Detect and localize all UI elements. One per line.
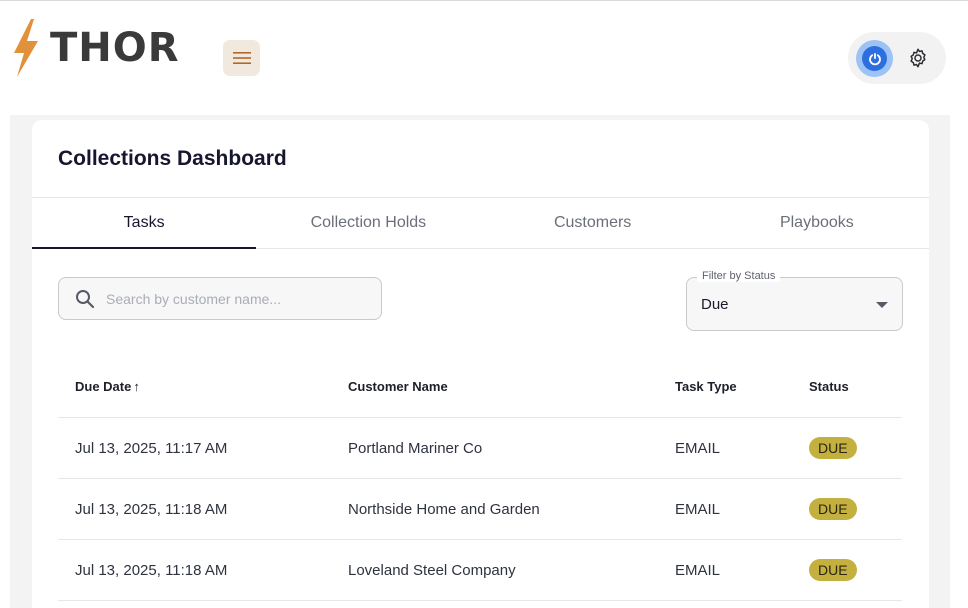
column-header-task-type[interactable]: Task Type <box>675 356 737 417</box>
hamburger-icon <box>232 52 251 64</box>
search-icon <box>75 289 95 309</box>
tab-playbooks[interactable]: Playbooks <box>705 198 929 248</box>
customer-name-cell: Portland Mariner Co <box>348 439 483 457</box>
power-icon <box>862 46 887 71</box>
status-badge: DUE <box>809 498 857 520</box>
logo-text: THOR <box>50 25 180 71</box>
page-title: Collections Dashboard <box>58 147 287 170</box>
status-cell: DUE <box>809 540 857 600</box>
column-header-status[interactable]: Status <box>809 356 849 417</box>
column-header-due-date[interactable]: Due Date ↑ <box>75 356 140 417</box>
status-badge: DUE <box>809 559 857 581</box>
top-bar: THOR <box>0 1 968 115</box>
tab-collection-holds[interactable]: Collection Holds <box>256 198 480 248</box>
lightning-bolt-icon <box>14 19 38 77</box>
status-cell: DUE <box>809 479 857 539</box>
gear-icon <box>910 48 926 68</box>
header-actions <box>848 32 946 84</box>
table-row[interactable]: Jul 13, 2025, 11:18 AM Northside Home an… <box>58 479 902 540</box>
caret-down-icon <box>876 302 888 308</box>
table-row[interactable]: Jul 13, 2025, 11:17 AM Portland Mariner … <box>58 418 902 479</box>
column-header-customer-name[interactable]: Customer Name <box>348 356 448 417</box>
power-button[interactable] <box>856 40 893 77</box>
settings-button[interactable] <box>906 46 930 70</box>
due-date-cell: Jul 13, 2025, 11:17 AM <box>75 439 228 457</box>
task-type-cell: EMAIL <box>675 439 721 457</box>
search-box <box>58 277 382 320</box>
menu-button[interactable] <box>223 40 260 76</box>
filter-value: Due <box>701 296 729 313</box>
table-row[interactable]: Jul 13, 2025, 11:18 AM Loveland Steel Co… <box>58 540 902 601</box>
status-badge: DUE <box>809 437 857 459</box>
app-logo[interactable]: THOR <box>12 19 180 77</box>
customer-name-cell: Northside Home and Garden <box>348 500 540 518</box>
tab-customers[interactable]: Customers <box>481 198 705 248</box>
tab-bar: Tasks Collection Holds Customers Playboo… <box>32 198 929 249</box>
due-date-cell: Jul 13, 2025, 11:18 AM <box>75 500 228 518</box>
filter-label: Filter by Status <box>697 270 781 282</box>
status-cell: DUE <box>809 418 857 478</box>
tab-tasks[interactable]: Tasks <box>32 198 257 249</box>
table-header-row: Due Date ↑ Customer Name Task Type Status <box>58 356 902 418</box>
due-date-cell: Jul 13, 2025, 11:18 AM <box>75 561 228 579</box>
tasks-table: Due Date ↑ Customer Name Task Type Status… <box>58 356 902 601</box>
task-type-cell: EMAIL <box>675 561 721 579</box>
status-filter-select[interactable]: Filter by Status Due <box>686 270 903 331</box>
search-input[interactable] <box>106 290 366 307</box>
customer-name-cell: Loveland Steel Company <box>348 561 516 579</box>
task-type-cell: EMAIL <box>675 500 721 518</box>
sort-ascending-icon: ↑ <box>133 379 140 394</box>
dashboard-card: Collections Dashboard Tasks Collection H… <box>32 120 929 608</box>
